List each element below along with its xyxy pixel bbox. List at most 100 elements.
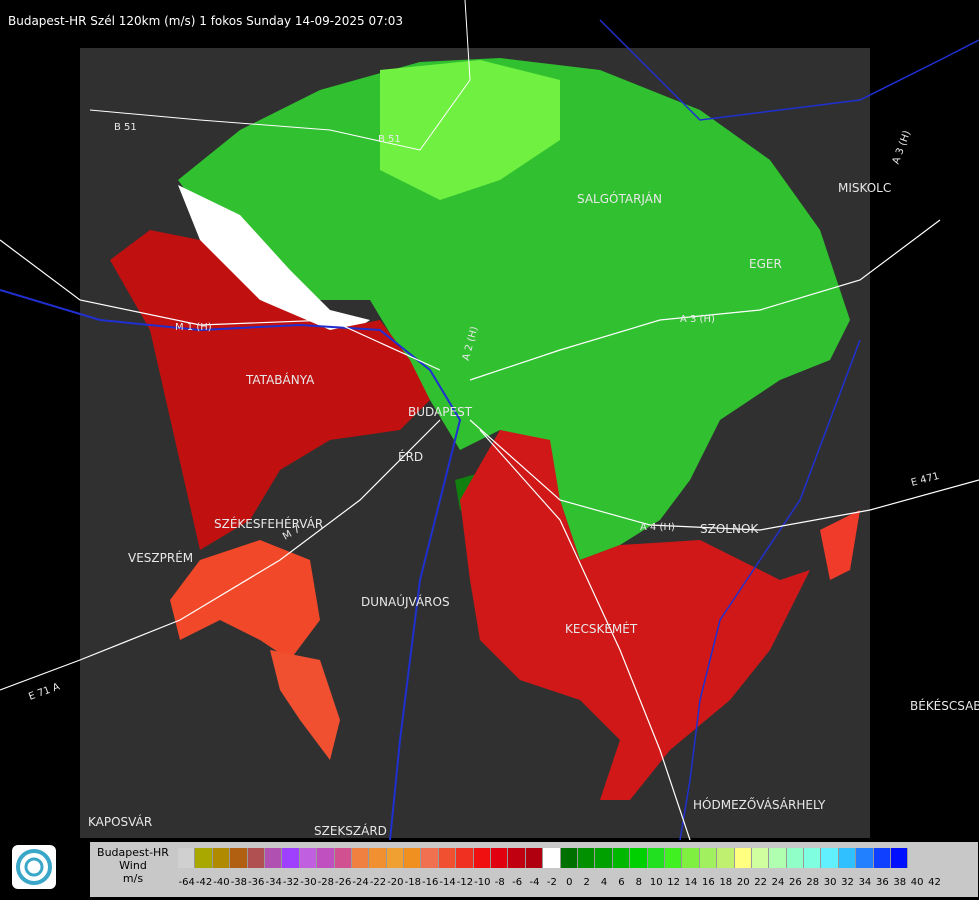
city-label: TATABÁNYA — [245, 372, 315, 387]
road-label: A 3 (H) — [891, 129, 913, 166]
legend-tick: 18 — [719, 877, 733, 888]
legend-swatch — [630, 848, 648, 868]
legend-tick: 4 — [600, 877, 608, 888]
city-label: BUDAPEST — [408, 405, 473, 419]
legend-swatch — [577, 848, 596, 868]
legend-tick: 14 — [684, 877, 698, 888]
legend-swatch — [317, 848, 335, 868]
legend-swatch — [473, 848, 492, 868]
color-legend: Budapest-HR Wind m/s -64 -42 -40 -38 -36 -34-… — [90, 842, 978, 897]
legend-swatch — [612, 848, 631, 868]
legend-swatch — [195, 848, 213, 868]
legend-ticks: -64 -42 -40 -38 -36 -34 -32 -30 -28 -26 -24 -22 -20-… — [178, 876, 943, 890]
legend-swatch — [247, 848, 265, 868]
road-label: E 71 A — [27, 681, 61, 702]
city-label: EGER — [749, 257, 782, 271]
legend-swatch — [717, 848, 735, 868]
legend-tick: 16 — [702, 877, 715, 888]
legend-tick: 2 — [583, 877, 590, 888]
legend-tick: -40 — [213, 877, 230, 888]
legend-swatch — [699, 848, 718, 868]
city-label: KAPOSVÁR — [88, 814, 152, 829]
legend-label: Budapest-HR Wind m/s — [90, 842, 176, 897]
legend-swatch — [734, 848, 752, 868]
legend-swatch — [421, 848, 439, 868]
legend-swatch — [230, 848, 248, 868]
legend-swatch — [682, 848, 700, 868]
road-label: A 3 (H) — [680, 314, 715, 325]
legend-tick: 0 — [566, 877, 573, 888]
city-label: SZOLNOK — [700, 522, 759, 536]
legend-tick: 6 — [618, 877, 625, 888]
legend-swatch — [838, 848, 857, 868]
city-label: MISKOLC — [838, 181, 891, 195]
legend-tick: 10 — [649, 877, 663, 888]
legend-tick: -20 — [387, 877, 404, 888]
legend-tick: 28 — [806, 877, 820, 888]
legend-tick: 38 — [893, 877, 907, 888]
legend-tick: 24 — [771, 877, 785, 888]
legend-tick: -38 — [230, 877, 248, 888]
legend-swatch — [404, 848, 422, 868]
legend-swatch — [282, 848, 300, 868]
legend-tick: -18 — [404, 877, 421, 888]
road-label: B 51 — [378, 134, 401, 145]
road-label: E 471 — [910, 471, 940, 489]
legend-swatch — [664, 848, 683, 868]
legend-tick: -30 — [300, 877, 317, 888]
legend-tick: 8 — [635, 877, 643, 888]
city-label: HÓDMEZŐVÁSÁRHELY — [693, 797, 826, 812]
legend-swatch — [212, 848, 231, 868]
legend-tick: 34 — [858, 877, 872, 888]
city-label: SZÉKESFEHÉRVÁR — [214, 516, 323, 531]
legend-swatch — [456, 848, 474, 868]
legend-tick: -6 — [512, 877, 523, 888]
legend-tick: 26 — [789, 877, 802, 888]
legend-swatch — [751, 848, 770, 868]
legend-swatch — [491, 848, 509, 868]
legend-swatch — [508, 848, 526, 868]
legend-swatch — [369, 848, 387, 868]
city-label: KECSKEMÉT — [565, 621, 638, 636]
legend-tick: 42 — [928, 877, 941, 888]
city-label: BÉKÉSCSABA — [910, 698, 979, 713]
legend-tick: -64 — [178, 877, 195, 888]
legend-tick: -16 — [421, 877, 439, 888]
legend-swatch — [804, 848, 822, 868]
legend-swatch — [386, 848, 405, 868]
legend-tick: 12 — [667, 877, 680, 888]
legend-swatch — [856, 848, 874, 868]
road-label: M 1 (H) — [175, 322, 212, 333]
legend-tick: 40 — [910, 877, 924, 888]
legend-swatch — [525, 848, 544, 868]
legend-tick: -26 — [335, 877, 352, 888]
legend-tick: -4 — [529, 877, 540, 888]
city-label: DUNAÚJVÁROS — [361, 594, 450, 609]
legend-swatch — [821, 848, 839, 868]
legend-tick: 22 — [754, 877, 767, 888]
legend-swatch — [560, 848, 578, 868]
legend-swatch — [178, 848, 196, 868]
legend-tick: -22 — [369, 877, 387, 888]
legend-tick: 20 — [736, 877, 750, 888]
legend-swatch — [438, 848, 457, 868]
legend-swatch — [264, 848, 283, 868]
legend-tick: -10 — [474, 877, 491, 888]
legend-tick: -42 — [195, 877, 213, 888]
legend-swatch — [647, 848, 665, 868]
city-label: SZEKSZÁRD — [314, 823, 387, 838]
legend-label-line: m/s — [122, 872, 144, 885]
radar-map[interactable]: SALGÓTARJÁN MISKOLC EGER TATABÁNYA BUDAP… — [0, 0, 979, 840]
legend-swatch — [873, 848, 892, 868]
city-label: ÉRD — [398, 449, 423, 464]
legend-tick: -2 — [546, 877, 557, 888]
legend-label-line: Wind — [119, 859, 147, 872]
legend-tick: -12 — [456, 877, 474, 888]
road-label: B 51 — [114, 122, 137, 133]
legend-swatch — [334, 848, 352, 868]
legend-swatch — [786, 848, 805, 868]
legend-swatch — [891, 848, 909, 868]
legend-tick: -14 — [439, 877, 456, 888]
legend-tick: -8 — [494, 877, 505, 888]
city-label: SALGÓTARJÁN — [577, 191, 662, 206]
